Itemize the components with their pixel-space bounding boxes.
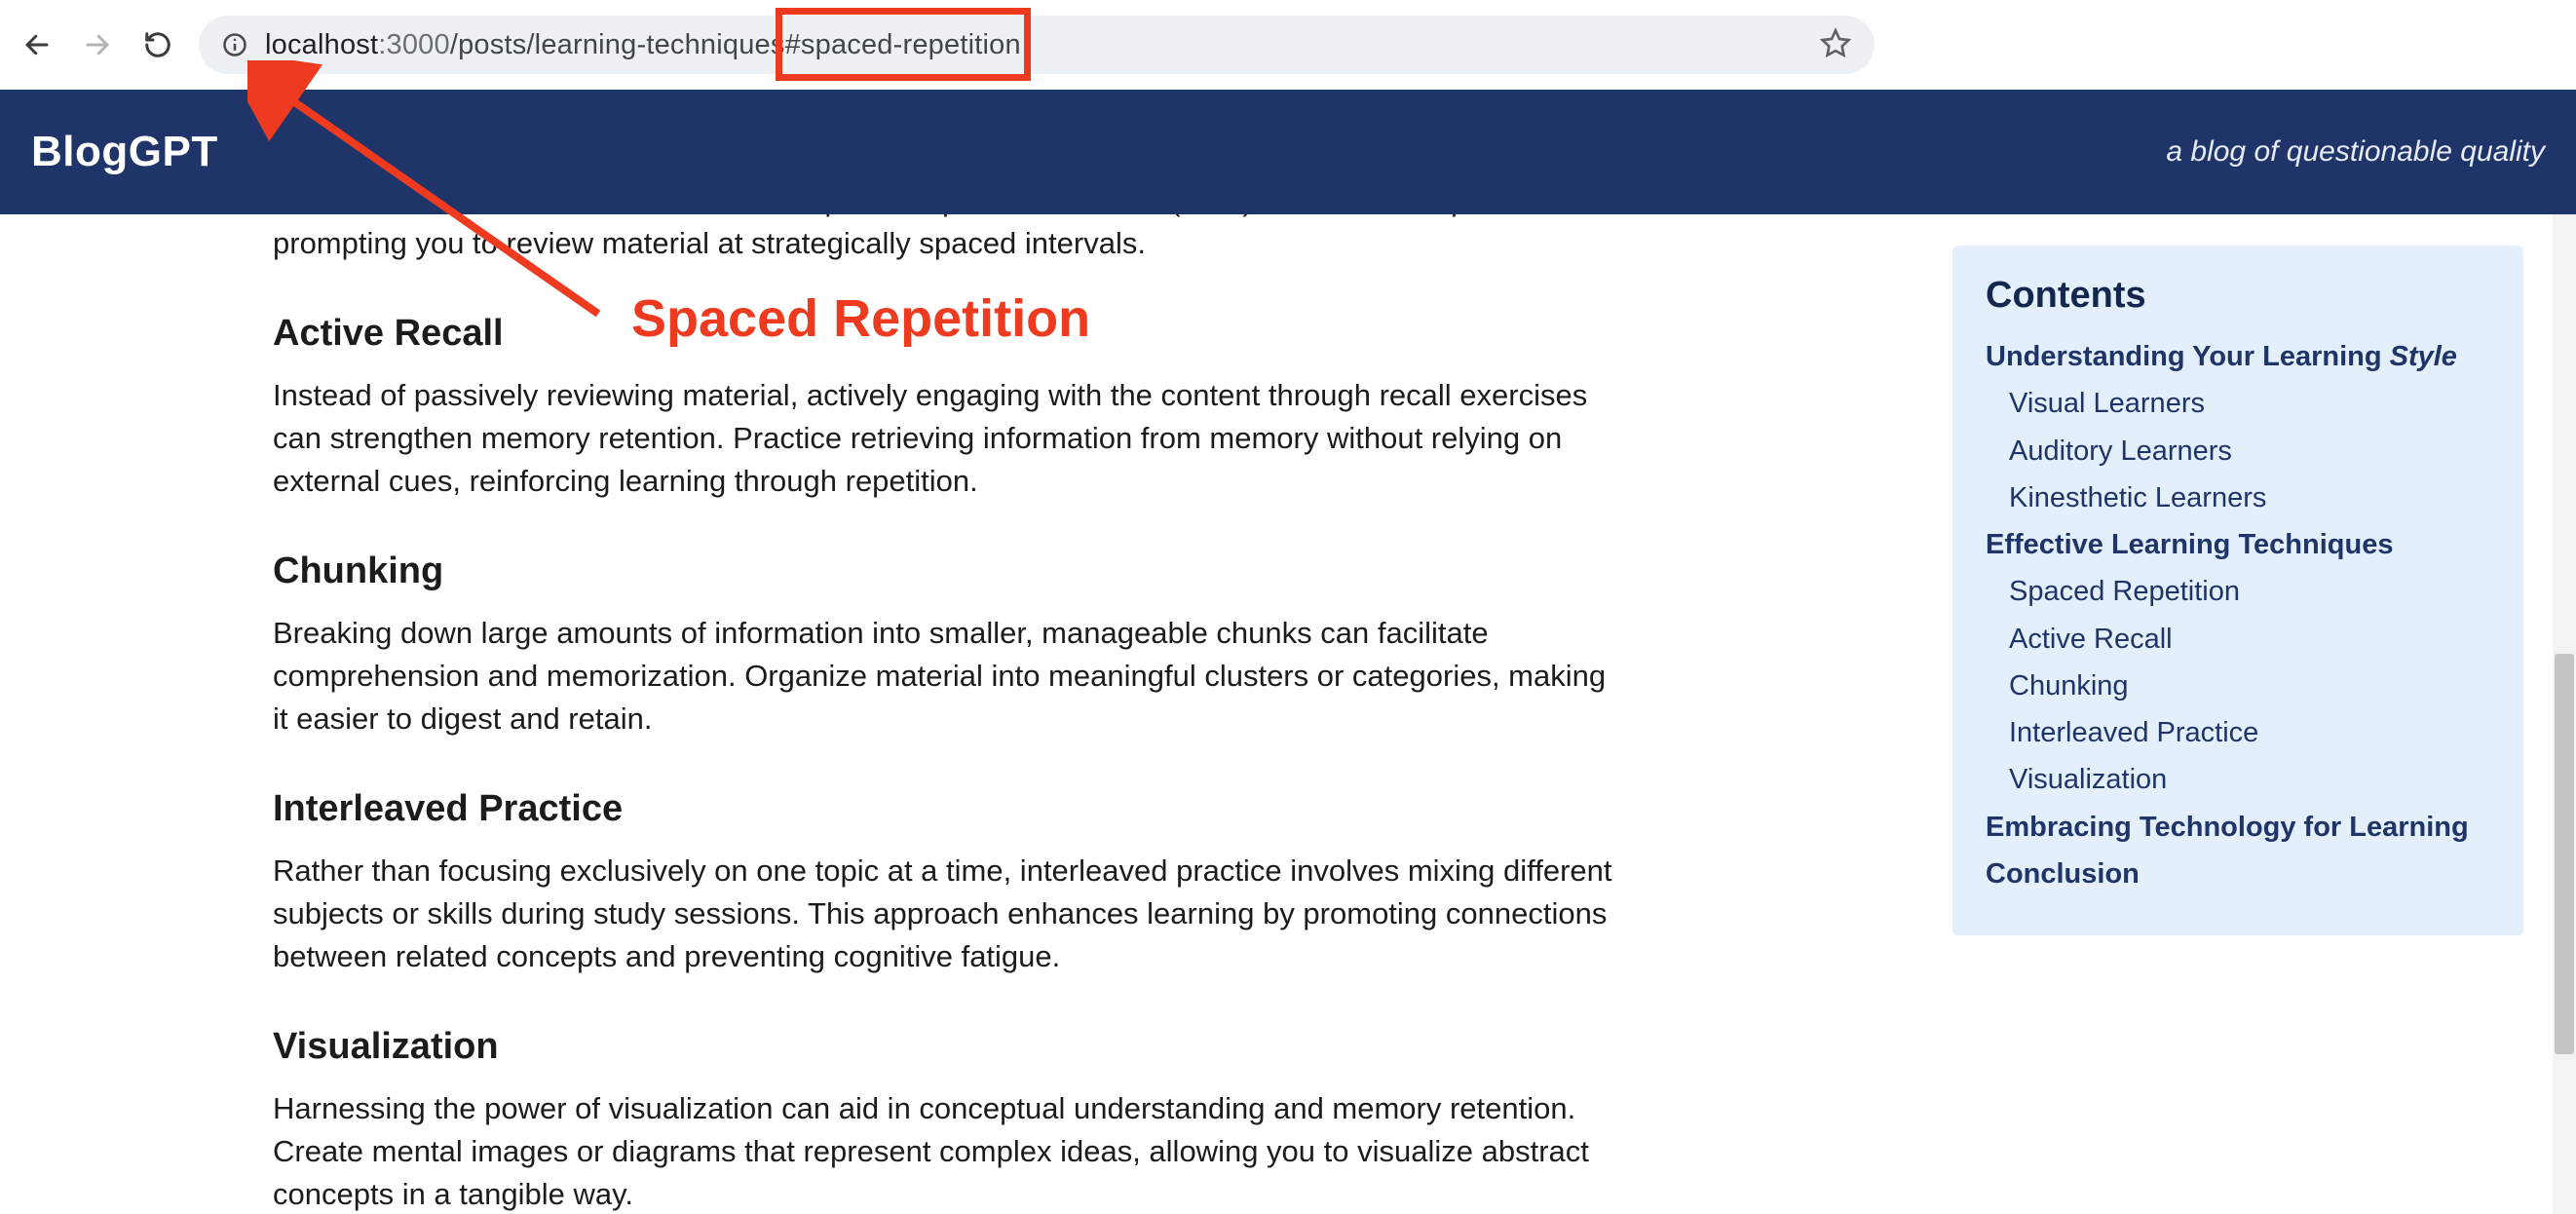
heading-chunking: Chunking xyxy=(273,546,1617,598)
toc-link-text: Effective Learning Techniques xyxy=(1986,529,2393,560)
toc-link[interactable]: Visual Learners xyxy=(1986,385,2490,422)
toc-title: Contents xyxy=(1986,275,2490,317)
sidebar-column: Contents Understanding Your Learning Sty… xyxy=(1952,214,2576,1214)
toc-link[interactable]: Auditory Learners xyxy=(1986,433,2490,470)
heading-interleaved-practice: Interleaved Practice xyxy=(273,783,1617,836)
site-info-icon[interactable] xyxy=(218,28,251,61)
site-header: BlogGPT a blog of questionable quality xyxy=(0,90,2576,214)
toc-link-text: Spaced Repetition xyxy=(2009,576,2240,607)
toc-link[interactable]: Embracing Technology for Learning xyxy=(1986,809,2490,846)
heading-visualization: Visualization xyxy=(273,1021,1617,1074)
toc-link[interactable]: Active Recall xyxy=(1986,621,2490,658)
url-port: :3000 xyxy=(378,29,450,61)
site-brand[interactable]: BlogGPT xyxy=(31,128,218,176)
page-body: of information. Tools like flashcards an… xyxy=(0,214,2576,1214)
toc-link[interactable]: Conclusion xyxy=(1986,855,2490,892)
url-hash: #spaced-repetition xyxy=(785,29,1021,61)
toc-link-text: Interleaved Practice xyxy=(2009,717,2258,748)
toc-link-text: Active Recall xyxy=(2009,624,2173,655)
address-bar[interactable]: localhost:3000/posts/learning-techniques… xyxy=(199,16,1875,74)
toc-link-text: Visualization xyxy=(2009,764,2167,795)
scrollbar-track[interactable] xyxy=(2553,214,2576,1214)
toc-link-text: Chunking xyxy=(2009,670,2129,702)
toc-link-text: Embracing Technology for Learning xyxy=(1986,812,2469,843)
toc-link[interactable]: Kinesthetic Learners xyxy=(1986,479,2490,516)
toc-link-text: Visual Learners xyxy=(2009,388,2205,419)
article-lead-fragment: of information. Tools like flashcards an… xyxy=(273,214,1617,265)
toc-link[interactable]: Effective Learning Techniques xyxy=(1986,526,2490,563)
back-button[interactable] xyxy=(18,25,57,64)
toc-link-text-ital: Style xyxy=(2390,341,2457,372)
heading-active-recall: Active Recall xyxy=(273,308,1617,360)
toc-link[interactable]: Visualization xyxy=(1986,761,2490,798)
article: of information. Tools like flashcards an… xyxy=(273,214,1617,1214)
forward-button[interactable] xyxy=(78,25,117,64)
paragraph: Harnessing the power of visualization ca… xyxy=(273,1087,1617,1214)
toc-link[interactable]: Chunking xyxy=(1986,667,2490,704)
toc-link-text: Understanding Your Learning xyxy=(1986,341,2390,372)
toc-link-text: Auditory Learners xyxy=(2009,436,2232,467)
reload-button[interactable] xyxy=(138,25,177,64)
scrollbar-thumb[interactable] xyxy=(2555,654,2574,1053)
browser-toolbar: localhost:3000/posts/learning-techniques… xyxy=(0,0,2576,90)
paragraph: Breaking down large amounts of informati… xyxy=(273,612,1617,740)
toc-link[interactable]: Understanding Your Learning Style xyxy=(1986,338,2490,375)
paragraph: Rather than focusing exclusively on one … xyxy=(273,850,1617,978)
toc-list: Understanding Your Learning Style Visual … xyxy=(1986,338,2490,892)
toc-link[interactable]: Spaced Repetition xyxy=(1986,573,2490,610)
bookmark-star-icon[interactable] xyxy=(1820,27,1851,63)
url-path: /posts/learning-techniques xyxy=(450,29,785,61)
toc-link-text: Kinesthetic Learners xyxy=(2009,482,2266,513)
paragraph: Instead of passively reviewing material,… xyxy=(273,374,1617,503)
site-tagline: a blog of questionable quality xyxy=(2166,135,2545,169)
table-of-contents: Contents Understanding Your Learning Sty… xyxy=(1952,246,2523,935)
toc-link-text: Conclusion xyxy=(1986,858,2140,890)
article-column: of information. Tools like flashcards an… xyxy=(0,214,1952,1214)
toc-link[interactable]: Interleaved Practice xyxy=(1986,714,2490,751)
url-host: localhost xyxy=(265,29,378,61)
url-text: localhost:3000/posts/learning-techniques… xyxy=(265,29,1021,61)
